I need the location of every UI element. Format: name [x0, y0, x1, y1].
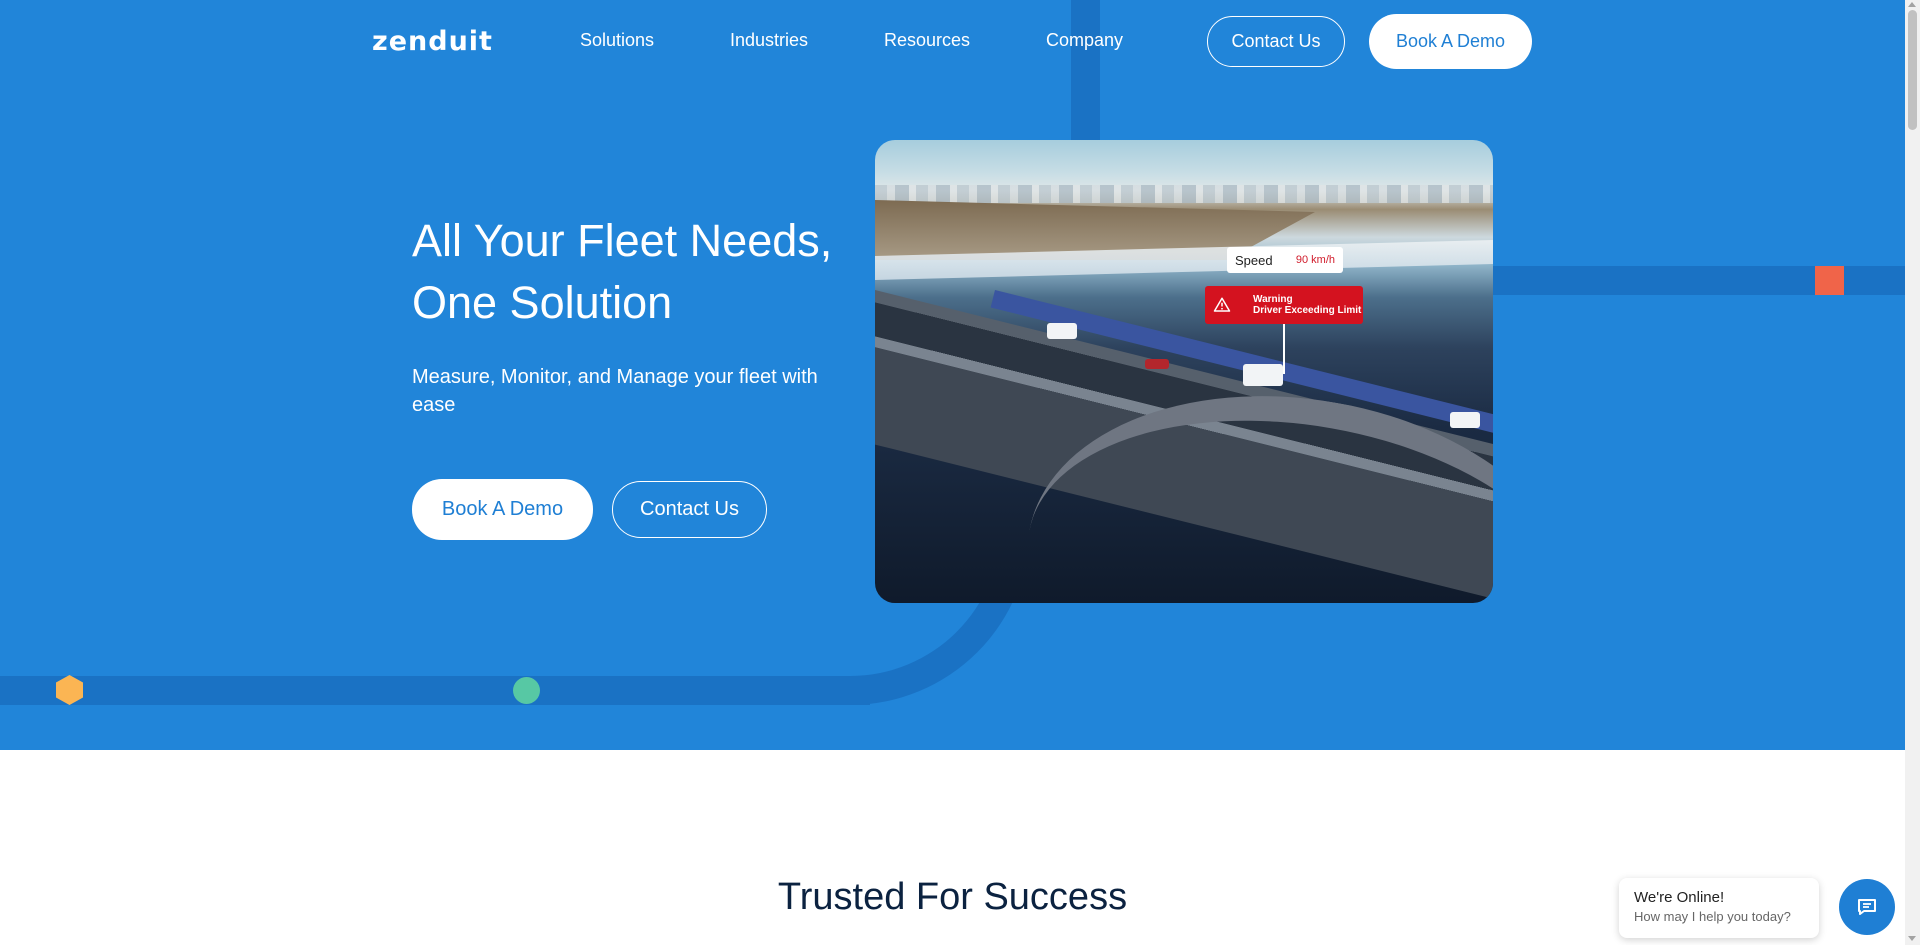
van-vehicle: [1047, 323, 1077, 339]
scroll-down-arrow-icon[interactable]: [1908, 936, 1916, 941]
decorative-green-dot: [513, 677, 540, 704]
scrollbar-thumb[interactable]: [1908, 10, 1917, 130]
hero-contact-label: Contact Us: [640, 498, 739, 520]
chat-icon: [1858, 899, 1876, 915]
header-book-demo-button[interactable]: Book A Demo: [1369, 14, 1532, 69]
callout-pointer: [1283, 324, 1285, 374]
van-vehicle: [1450, 412, 1480, 428]
hero-title: All Your Fleet Needs, One Solution: [412, 210, 852, 334]
hero-video[interactable]: Speed 90 km/h Warning Driver Exceeding L…: [875, 140, 1493, 603]
car-vehicle: [1145, 359, 1169, 369]
nav-industries[interactable]: Industries: [730, 30, 808, 51]
hero-title-line2: One Solution: [412, 277, 673, 328]
nav-resources[interactable]: Resources: [884, 30, 970, 51]
header-contact-button[interactable]: Contact Us: [1207, 16, 1345, 67]
header-book-demo-label: Book A Demo: [1395, 31, 1506, 51]
warning-message: Driver Exceeding Limit: [1253, 305, 1362, 316]
warning-title: Warning: [1253, 294, 1293, 305]
scroll-up-arrow-icon[interactable]: [1908, 2, 1916, 7]
speed-callout: Speed 90 km/h: [1227, 247, 1343, 273]
chat-greeting-title: We're Online!: [1634, 889, 1725, 906]
chat-launcher-button[interactable]: [1839, 879, 1895, 935]
hero-contact-button[interactable]: Contact Us: [612, 481, 767, 538]
chat-greeting-subtitle: How may I help you today?: [1634, 909, 1791, 924]
nav-company[interactable]: Company: [1046, 30, 1123, 51]
decorative-track-bottom: [0, 676, 870, 705]
page-scrollbar[interactable]: [1905, 0, 1920, 945]
hero-book-demo-label: Book A Demo: [441, 498, 564, 520]
header-contact-label: Contact Us: [1231, 31, 1321, 51]
warning-text: Warning Driver Exceeding Limit: [1253, 294, 1361, 316]
tracked-van-vehicle: [1243, 364, 1283, 386]
decorative-track-vertical: [1071, 0, 1100, 140]
decorative-orange-square: [1815, 266, 1844, 295]
speed-value: 90 km/h: [1295, 254, 1335, 266]
chat-greeting-bubble[interactable]: We're Online! How may I help you today?: [1619, 878, 1819, 938]
zenduit-logo[interactable]: zenduit: [372, 28, 500, 56]
city-skyline: [875, 185, 1493, 203]
warning-triangle-icon: [1213, 297, 1231, 312]
hero-subtitle: Measure, Monitor, and Manage your fleet …: [412, 366, 818, 416]
warning-callout: Warning Driver Exceeding Limit: [1205, 286, 1363, 324]
nav-solutions[interactable]: Solutions: [580, 30, 654, 51]
hero-title-line1: All Your Fleet Needs,: [412, 215, 833, 266]
speed-label: Speed: [1235, 252, 1273, 268]
hero-book-demo-button[interactable]: Book A Demo: [412, 479, 593, 540]
hero-section: zenduit Solutions Industries Resources C…: [0, 0, 1905, 750]
